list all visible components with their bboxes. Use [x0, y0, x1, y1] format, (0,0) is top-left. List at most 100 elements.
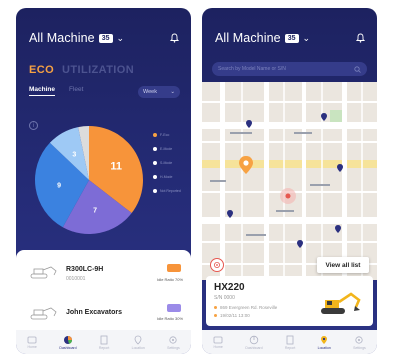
legend-dot-icon	[153, 175, 157, 179]
nav-dashboard[interactable]: Dashboard	[245, 335, 263, 350]
nav-home[interactable]: Home	[213, 336, 223, 349]
search-input[interactable]: Search by Model Name or S/N	[212, 62, 367, 76]
dashboard-screen: All Machine 35 ⌄ ECO UTILIZATION Machine…	[16, 8, 191, 354]
excavator-image	[321, 292, 361, 314]
nav-label: Report	[98, 345, 110, 350]
legend-label: E-Mode	[160, 147, 173, 151]
machine-name: HX220	[214, 282, 245, 293]
nav-report[interactable]: Report	[284, 335, 296, 350]
map-view[interactable]	[202, 82, 377, 280]
machine-name: John Excavators	[66, 309, 123, 316]
time-row: 19/02/11 13:00	[214, 313, 250, 318]
machine-selector[interactable]: All Machine	[29, 31, 95, 45]
excavator-icon	[30, 307, 57, 320]
bell-icon[interactable]	[354, 32, 366, 44]
chart-legend: F-Eco E-Mode S-Mode H-Mode Not Reported	[153, 128, 181, 198]
nav-label: Location	[131, 345, 145, 350]
nav-location[interactable]: Location	[318, 335, 331, 350]
legend-dot-icon	[153, 133, 157, 137]
machine-serial: S/N 0000	[214, 295, 235, 301]
legend-label: H-Mode	[160, 175, 173, 179]
settings-icon	[355, 335, 364, 344]
nav-label: Dashboard	[59, 345, 77, 350]
view-all-list-button[interactable]: View all list	[317, 257, 369, 273]
machine-address: 869 Evergreen Rd. Roseville	[220, 305, 278, 310]
period-value: Week	[143, 89, 157, 95]
machine-name: R300LC-9H	[66, 266, 104, 273]
machine-serial: 0010001	[66, 276, 86, 282]
legend-dot-icon	[153, 161, 157, 165]
machine-card[interactable]: John Excavators Idle Ratio 30%	[16, 294, 191, 332]
status-badge	[167, 304, 181, 312]
location-icon	[134, 335, 142, 345]
eco-pie-chart: 11 7 9 3	[35, 126, 143, 234]
idle-ratio: Idle Ratio 30%	[156, 316, 183, 321]
bottom-nav: Home Dashboard Report Location Settings	[16, 330, 191, 354]
legend-item: S-Mode	[153, 156, 181, 170]
machine-selector[interactable]: All Machine	[215, 31, 281, 45]
nav-label: Home	[27, 344, 37, 349]
bell-icon[interactable]	[168, 32, 180, 44]
machine-list: R300LC-9H 0010001 Idle Ratio 70% John Ex…	[16, 250, 191, 330]
my-location-button[interactable]	[210, 258, 224, 272]
bottom-nav: Home Dashboard Report Location Settings	[202, 330, 377, 354]
tab-utilization[interactable]: UTILIZATION	[62, 64, 134, 76]
sub-tabs: Machine Fleet	[29, 86, 83, 96]
chevron-down-icon: ⌄	[170, 89, 175, 95]
nav-label: Settings	[353, 345, 366, 350]
tab-fleet[interactable]: Fleet	[69, 86, 83, 96]
nav-settings[interactable]: Settings	[167, 335, 180, 350]
report-icon	[286, 335, 294, 344]
search-placeholder: Search by Model Name or S/N	[218, 66, 286, 72]
nav-home[interactable]: Home	[27, 336, 37, 349]
clock-dot-icon	[214, 314, 217, 317]
legend-label: S-Mode	[160, 161, 173, 165]
tab-machine[interactable]: Machine	[29, 86, 56, 96]
pie-slice-label: 3	[72, 152, 76, 159]
legend-item: F-Eco	[153, 128, 181, 142]
nav-settings[interactable]: Settings	[353, 335, 366, 350]
pie-slice-label: 7	[93, 208, 97, 215]
status-badge	[167, 264, 181, 272]
nav-dashboard[interactable]: Dashboard	[59, 335, 77, 350]
nav-label: Settings	[167, 345, 180, 350]
legend-dot-icon	[153, 147, 157, 151]
legend-item: E-Mode	[153, 142, 181, 156]
period-dropdown[interactable]: Week ⌄	[138, 86, 180, 98]
location-icon	[321, 335, 328, 344]
chevron-down-icon[interactable]: ⌄	[117, 33, 125, 44]
machine-detail-card[interactable]: HX220 S/N 0000 869 Evergreen Rd. Rosevil…	[206, 276, 373, 326]
nav-report[interactable]: Report	[98, 335, 110, 350]
search-icon[interactable]	[354, 65, 361, 73]
nav-label: Home	[213, 344, 223, 349]
legend-item: H-Mode	[153, 170, 181, 184]
pie-slice-label: 9	[57, 183, 61, 190]
legend-dot-icon	[153, 189, 157, 193]
address-row: 869 Evergreen Rd. Roseville	[214, 305, 277, 310]
crosshair-icon	[214, 262, 220, 268]
nav-label: Report	[284, 345, 296, 350]
nav-location[interactable]: Location	[132, 335, 145, 350]
chevron-down-icon[interactable]: ⌄	[303, 33, 311, 44]
location-dot-icon	[214, 306, 217, 309]
header: All Machine 35 ⌄	[29, 28, 180, 48]
main-tabs: ECO UTILIZATION	[29, 64, 134, 76]
tab-eco[interactable]: ECO	[29, 64, 54, 76]
settings-icon	[169, 335, 178, 344]
machine-count-badge: 35	[284, 33, 299, 43]
machine-count-badge: 35	[98, 33, 113, 43]
legend-item: Not Reported	[153, 184, 181, 198]
machine-card[interactable]: R300LC-9H 0010001 Idle Ratio 70%	[16, 256, 191, 294]
machine-time: 19/02/11 13:00	[220, 313, 250, 318]
pie-slice-label: 11	[110, 161, 122, 173]
location-screen: All Machine 35 ⌄ Search by Model Name or…	[202, 8, 377, 354]
idle-ratio: Idle Ratio 70%	[156, 277, 183, 282]
nav-label: Dashboard	[245, 345, 263, 350]
nav-label: Location	[317, 345, 331, 350]
excavator-icon	[30, 266, 57, 279]
header: All Machine 35 ⌄	[215, 28, 366, 48]
chart-icon	[63, 335, 72, 344]
legend-label: Not Reported	[160, 189, 181, 193]
home-icon	[27, 336, 37, 343]
home-icon	[213, 336, 223, 343]
